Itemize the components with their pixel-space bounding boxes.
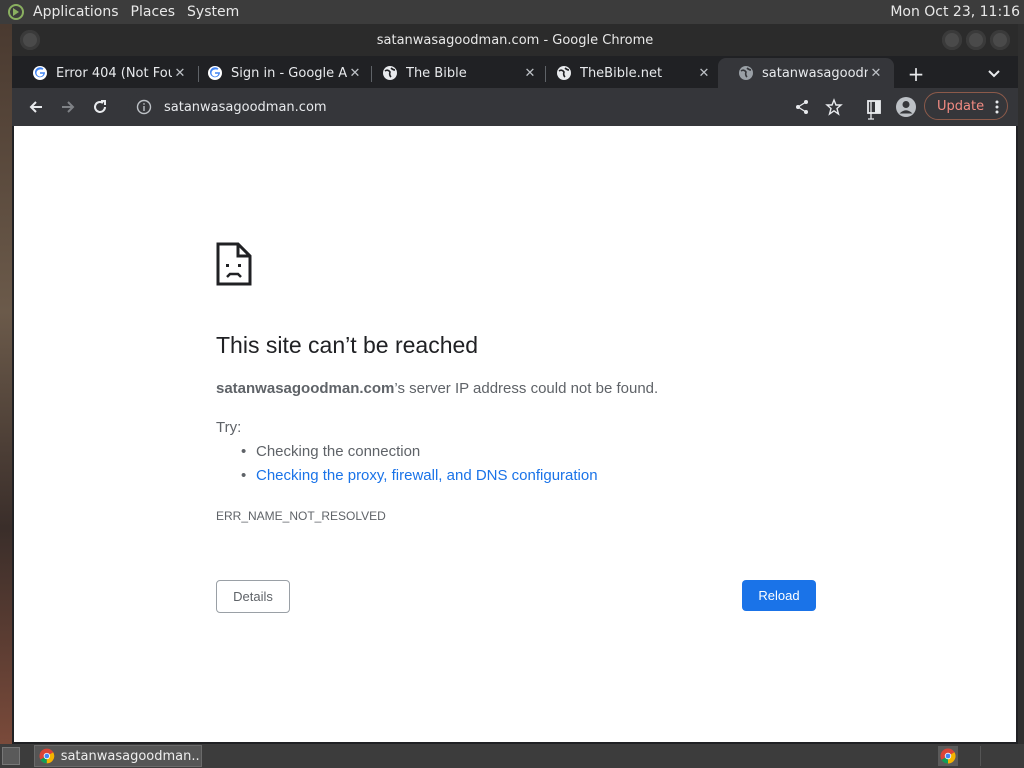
star-icon: [825, 98, 843, 116]
close-window-button[interactable]: [990, 30, 1010, 50]
maximize-button[interactable]: [966, 30, 986, 50]
page-content: This site can’t be reached satanwasagood…: [14, 126, 1016, 742]
chrome-icon: [39, 748, 55, 764]
tab-title: Sign in - Google Ac: [231, 65, 347, 81]
tray-chrome-icon[interactable]: [938, 746, 958, 766]
side-panel-icon: [867, 100, 881, 114]
sad-page-icon: [216, 242, 252, 286]
profile-button[interactable]: [892, 93, 920, 121]
minimize-button[interactable]: [942, 30, 962, 50]
desktop-background: [0, 24, 12, 744]
side-panel-button[interactable]: [860, 93, 888, 121]
panel-clock[interactable]: Mon Oct 23, 11:16: [890, 0, 1020, 24]
address-bar[interactable]: satanwasagoodman.com: [128, 92, 874, 122]
tab-close-icon[interactable]: ✕: [696, 65, 712, 81]
error-code: ERR_NAME_NOT_RESOLVED: [216, 509, 386, 523]
back-button[interactable]: [22, 93, 50, 121]
suggestion-link-text[interactable]: Checking the proxy, firewall, and DNS co…: [256, 467, 598, 484]
arrow-right-icon: [62, 101, 75, 113]
reload-button[interactable]: Reload: [742, 580, 816, 611]
url-text[interactable]: satanwasagoodman.com: [164, 100, 327, 115]
tab-strip: Error 404 (Not Fou ✕ Sign in - Google Ac…: [12, 56, 1018, 88]
tray-separator: [980, 746, 981, 766]
update-label: Update: [937, 98, 985, 114]
more-vertical-icon: [995, 100, 999, 114]
window-title: satanwasagoodman.com - Google Chrome: [376, 32, 654, 48]
bookmark-button[interactable]: [820, 93, 848, 121]
menu-system[interactable]: System: [181, 0, 245, 24]
tab-search-button[interactable]: [982, 62, 1006, 86]
error-description: satanwasagoodman.com’s server IP address…: [216, 380, 658, 397]
globe-icon: [557, 66, 571, 80]
forward-button[interactable]: [54, 93, 82, 121]
tab-thebible-net[interactable]: TheBible.net ✕: [536, 58, 722, 88]
browser-window: satanwasagoodman.com - Google Chrome Err…: [12, 24, 1018, 744]
update-button[interactable]: Update: [924, 92, 1008, 120]
arrow-left-icon: [29, 101, 42, 113]
error-title: This site can’t be reached: [216, 332, 479, 358]
tab-error-404[interactable]: Error 404 (Not Fou ✕: [12, 58, 198, 88]
tab-title: The Bible: [406, 65, 467, 81]
browser-toolbar: satanwasagoodman.com Update: [12, 88, 1018, 126]
google-icon: [33, 66, 47, 80]
tab-sign-in-google[interactable]: Sign in - Google Ac ✕: [187, 58, 373, 88]
suggestion-check-connection: Checking the connection: [216, 443, 598, 467]
info-icon[interactable]: [136, 99, 152, 115]
tab-close-icon[interactable]: ✕: [868, 65, 884, 81]
tab-title: Error 404 (Not Fou: [56, 65, 172, 81]
tab-close-icon[interactable]: ✕: [347, 65, 363, 81]
menu-places[interactable]: Places: [125, 0, 182, 24]
google-icon: [208, 66, 222, 80]
tab-title: satanwasagoodma: [762, 65, 868, 81]
avatar-icon: [896, 97, 916, 117]
distro-logo-icon[interactable]: [5, 1, 27, 23]
top-panel: Applications Places System Mon Oct 23, 1…: [0, 0, 1024, 24]
error-description-text: ’s server IP address could not be found.: [394, 380, 659, 397]
tab-the-bible[interactable]: The Bible ✕: [362, 58, 548, 88]
new-tab-button[interactable]: +: [904, 62, 928, 86]
refresh-icon: [94, 100, 106, 113]
try-label: Try:: [216, 419, 242, 436]
share-button[interactable]: [788, 93, 816, 121]
suggestion-text: Checking the connection: [256, 443, 421, 460]
share-icon: [796, 100, 808, 114]
show-desktop-button[interactable]: [2, 747, 20, 765]
taskbar-window-item[interactable]: satanwasagoodman...: [34, 745, 202, 767]
window-menu-button[interactable]: [20, 30, 40, 50]
taskbar-item-label: satanwasagoodman...: [60, 748, 201, 764]
tab-title: TheBible.net: [580, 65, 663, 81]
window-titlebar[interactable]: satanwasagoodman.com - Google Chrome: [12, 24, 1018, 56]
suggestion-proxy-link[interactable]: Checking the proxy, firewall, and DNS co…: [216, 467, 598, 491]
globe-icon: [383, 66, 397, 80]
details-button[interactable]: Details: [216, 580, 290, 613]
globe-icon: [739, 66, 753, 80]
chevron-down-icon: [988, 70, 1000, 78]
error-host: satanwasagoodman.com: [216, 380, 395, 397]
tab-satanwasagoodman[interactable]: satanwasagoodma ✕: [718, 58, 894, 88]
menu-applications[interactable]: Applications: [27, 0, 125, 24]
tab-close-icon[interactable]: ✕: [172, 65, 188, 81]
bottom-taskbar: satanwasagoodman...: [0, 744, 1024, 768]
reload-toolbar-button[interactable]: [86, 93, 114, 121]
suggestions-list: Checking the connection Checking the pro…: [216, 443, 598, 491]
